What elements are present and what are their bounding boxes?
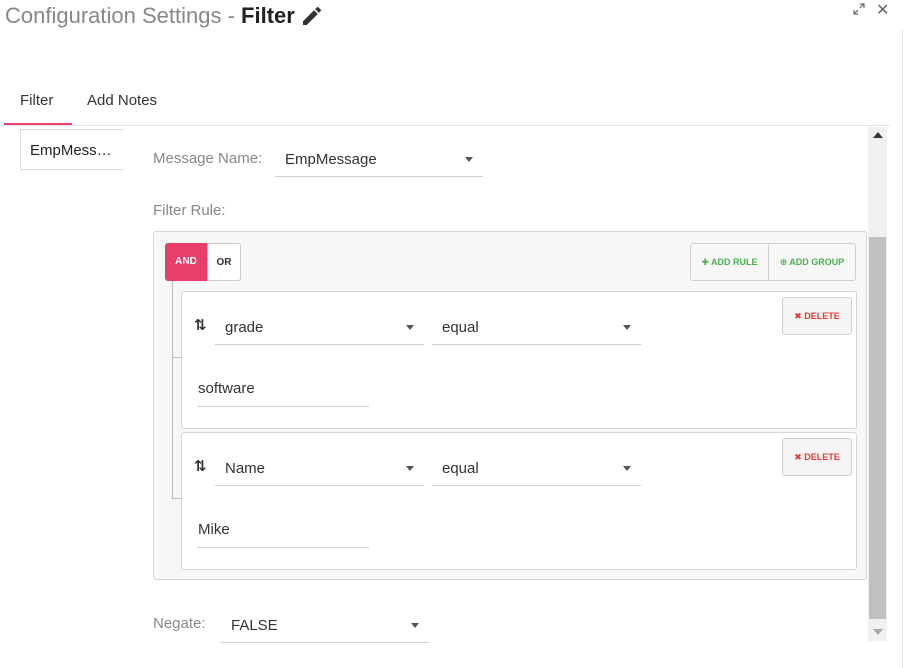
chevron-down-icon [406,466,414,471]
rule-row: ⇅ grade equal ✖ DELETE software [181,291,857,429]
chevron-down-icon [623,466,631,471]
rule-value: software [198,380,255,397]
rule-field-select[interactable]: grade [215,309,424,345]
tab-bar: Filter Add Notes [0,86,890,126]
rule-operator-select[interactable]: equal [432,450,641,486]
rule-value-input[interactable]: Mike [197,511,369,548]
list-item[interactable]: EmpMess… [30,142,112,159]
and-condition-button[interactable]: AND [165,243,207,281]
filter-rule-label: Filter Rule: [153,202,226,219]
chevron-down-icon [623,325,631,330]
title-prefix: Configuration Settings - [5,3,242,28]
message-name-select[interactable]: EmpMessage [275,141,483,177]
rule-value: Mike [198,521,230,538]
message-list: EmpMess… [20,129,124,170]
add-rule-button[interactable]: ✚ ADD RULE [690,243,769,281]
delete-rule-button[interactable]: ✖ DELETE [782,438,852,476]
delete-label: DELETE [804,452,840,462]
chevron-down-icon [411,623,419,628]
tab-add-notes[interactable]: Add Notes [87,92,157,109]
rule-field-select[interactable]: Name [215,450,424,486]
vertical-scrollbar[interactable] [868,127,887,641]
rule-operator-value: equal [442,460,479,477]
rule-value-input[interactable]: software [197,370,369,407]
tab-filter[interactable]: Filter [20,92,53,109]
add-rule-label: ADD RULE [711,257,758,267]
query-builder: AND OR ✚ ADD RULE ⊕ ADD GROUP ⇅ grade equa… [153,231,867,580]
negate-select[interactable]: FALSE [221,607,429,643]
sort-arrows-icon[interactable]: ⇅ [194,316,207,334]
negate-label: Negate: [153,615,206,632]
pencil-icon[interactable] [300,4,324,28]
scrollbar-thumb[interactable] [869,237,886,619]
title-strong: Filter [241,3,295,28]
scroll-down-arrow-icon[interactable] [873,629,883,635]
negate-value: FALSE [231,617,278,634]
message-name-value: EmpMessage [285,151,377,168]
expand-icon[interactable] [852,2,866,16]
plus-circle-icon: ⊕ [779,257,788,267]
close-icon[interactable]: ✕ [876,0,889,20]
message-name-label: Message Name: [153,150,263,167]
delete-label: DELETE [804,311,840,321]
x-icon: ✖ [794,311,805,321]
rule-field-value: grade [225,319,264,336]
dialog-title: Configuration Settings - Filter [5,3,295,29]
tree-connector [172,357,181,358]
chevron-down-icon [406,325,414,330]
tree-connector [172,281,173,499]
chevron-down-icon [465,157,473,162]
rule-row: ⇅ Name equal ✖ DELETE Mike [181,432,857,570]
add-group-button[interactable]: ⊕ ADD GROUP [768,243,856,281]
plus-icon: ✚ [701,257,710,267]
or-condition-button[interactable]: OR [207,243,241,281]
sort-arrows-icon[interactable]: ⇅ [194,457,207,475]
panel-border [902,30,903,668]
scroll-up-arrow-icon[interactable] [873,132,883,138]
add-group-label: ADD GROUP [789,257,845,267]
delete-rule-button[interactable]: ✖ DELETE [782,297,852,335]
tree-connector [172,498,181,499]
rule-field-value: Name [225,460,266,477]
active-tab-indicator [4,123,72,125]
rule-operator-value: equal [442,319,479,336]
x-icon: ✖ [794,452,805,462]
rule-operator-select[interactable]: equal [432,309,641,345]
